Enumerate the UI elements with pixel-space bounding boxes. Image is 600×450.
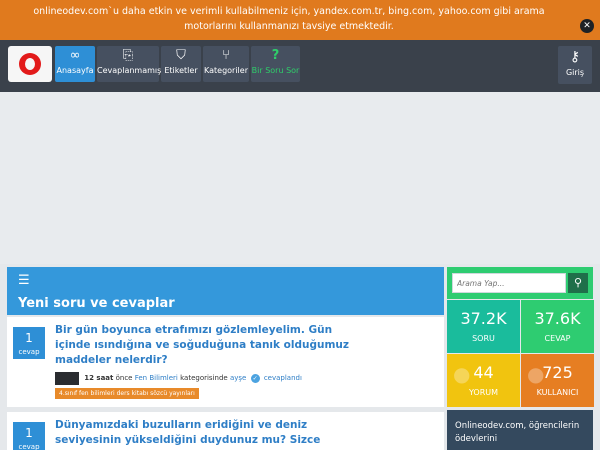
- nav-item-bir-soru-sor[interactable]: ? Bir Soru Sor: [251, 46, 300, 82]
- question-time: 12 saat: [84, 374, 114, 382]
- nav-item-cevaplanmamis[interactable]: ⎘ Cevaplanmamış: [97, 46, 162, 82]
- site-logo[interactable]: [8, 46, 52, 82]
- top-navbar: ∞ Anasayfa ⎘ Cevaplanmamış ⛉ Etiketler ⑂…: [0, 40, 600, 92]
- stat-label: KULLANICI: [536, 388, 579, 397]
- rss-icon[interactable]: ☰: [18, 273, 30, 288]
- nav-item-kategoriler[interactable]: ⑂ Kategoriler: [203, 46, 249, 82]
- question-meta: 12 saat önce Fen Bilimleri kategorisinde…: [55, 371, 302, 385]
- stat-label: CEVAP: [544, 334, 571, 343]
- user-link[interactable]: ayşe: [230, 374, 246, 382]
- stat-value: 37.2K: [460, 309, 507, 328]
- nav-item-label: Cevaplanmamış: [97, 66, 162, 75]
- key-icon: ⚷: [569, 49, 581, 65]
- stat-label: SORU: [472, 334, 495, 343]
- time-suffix: önce: [115, 374, 133, 382]
- answer-count-badge: 1 cevap: [13, 327, 45, 359]
- close-icon[interactable]: ✕: [580, 19, 594, 33]
- nav-item-anasayfa[interactable]: ∞ Anasayfa: [55, 46, 95, 82]
- notice-banner: onlineodev.com`u daha etkin ve verimli k…: [0, 0, 600, 40]
- nav-item-label: Kategoriler: [204, 66, 248, 75]
- question-title-link[interactable]: Bir gün boyunca etrafımızı gözlemleyelim…: [55, 323, 355, 368]
- question-icon: ?: [271, 48, 280, 63]
- login-button[interactable]: ⚷ Giriş: [558, 46, 592, 84]
- stat-answers: 37.6K CEVAP: [521, 300, 594, 353]
- question-tag[interactable]: 4.sınıf fen bilimleri ders kitabı sözcü …: [55, 388, 199, 399]
- question-title-link[interactable]: Dünyamızdaki buzulların eridiğini ve den…: [55, 418, 355, 450]
- about-text: Onlineodev.com, öğrencilerin ödevlerini: [455, 421, 580, 444]
- search-icon[interactable]: ⚲: [568, 273, 588, 293]
- question-item: 1 cevap Bir gün boyunca etrafımızı gözle…: [7, 317, 444, 407]
- stat-questions: 37.2K SORU: [447, 300, 520, 353]
- stat-comments: ● 44 YORUM: [447, 354, 520, 407]
- nav-item-label: Anasayfa: [56, 66, 94, 75]
- tag-icon: ⛉: [176, 48, 186, 63]
- answer-count: 1: [25, 331, 33, 345]
- category-tree-icon: ⑂: [222, 48, 230, 63]
- status-link[interactable]: cevaplandı: [264, 374, 302, 382]
- notice-text: onlineodev.com`u daha etkin ve verimli k…: [33, 6, 545, 32]
- ad-space: [0, 92, 600, 264]
- check-icon: ✓: [250, 373, 260, 383]
- search-input[interactable]: [452, 273, 566, 293]
- category-suffix: kategorisinde: [180, 374, 228, 382]
- unanswered-icon: ⎘: [122, 48, 134, 63]
- answer-count-label: cevap: [18, 443, 40, 450]
- question-item: 1 cevap Dünyamızdaki buzulların eridiğin…: [7, 412, 444, 450]
- category-link[interactable]: Fen Bilimleri: [135, 374, 178, 382]
- infinity-icon: ∞: [69, 48, 81, 63]
- answer-count: 1: [25, 426, 33, 440]
- stat-value: 725: [542, 363, 573, 382]
- nav-item-etiketler[interactable]: ⛉ Etiketler: [161, 46, 201, 82]
- answer-count-label: cevap: [18, 348, 40, 356]
- login-label: Giriş: [565, 68, 585, 77]
- nav-item-label: Bir Soru Sor: [251, 66, 300, 75]
- about-box: Onlineodev.com, öğrencilerin ödevlerini: [447, 410, 593, 450]
- stat-value: 44: [473, 363, 494, 382]
- avatar[interactable]: [55, 371, 79, 385]
- search-box: ⚲: [447, 267, 593, 299]
- answer-count-badge: 1 cevap: [13, 422, 45, 450]
- stat-label: YORUM: [468, 388, 499, 397]
- stat-value: 37.6K: [534, 309, 581, 328]
- feed-header: ☰ Yeni soru ve cevaplar: [7, 267, 444, 315]
- stat-users: ● 725 KULLANICI: [521, 354, 594, 407]
- nav-item-label: Etiketler: [164, 66, 198, 75]
- feed-title: Yeni soru ve cevaplar: [18, 296, 175, 311]
